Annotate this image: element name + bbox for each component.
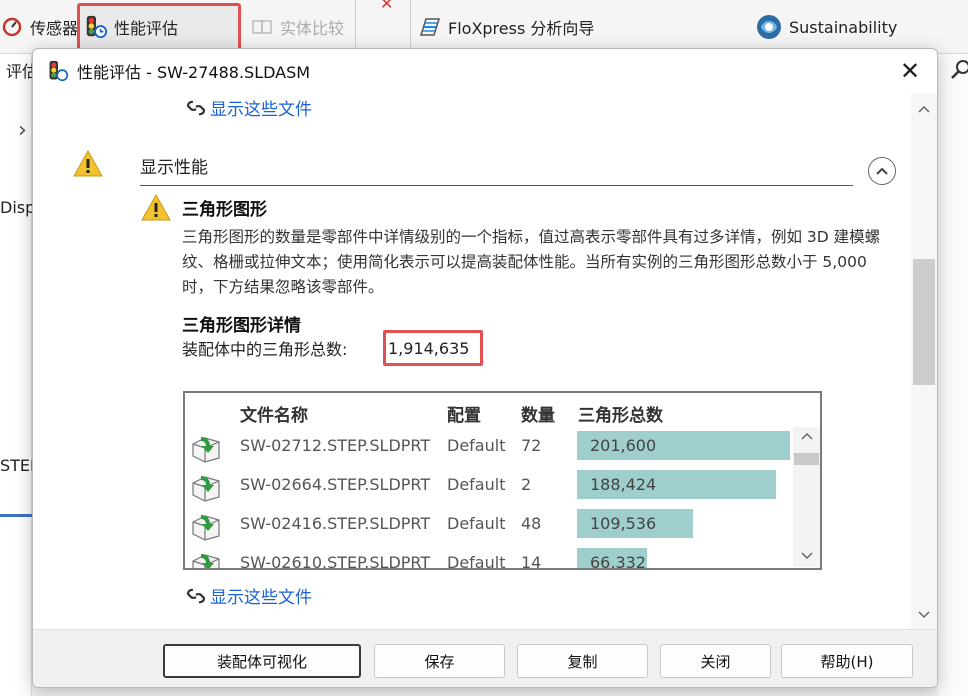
background-accent-line: [0, 514, 32, 517]
section-title: 显示性能: [140, 158, 208, 178]
total-triangles-value-text: 1,914,635: [388, 338, 470, 358]
cell-file-name: SW-02712.STEP.SLDPRT: [240, 436, 431, 455]
cell-file-name: SW-02416.STEP.SLDPRT: [240, 514, 431, 533]
toolbar-floxpress[interactable]: FloXpress 分析向导: [418, 10, 594, 44]
close-button[interactable]: 关闭: [660, 644, 771, 678]
show-files-link-bottom[interactable]: 显示这些文件: [184, 583, 312, 608]
section-divider: [140, 185, 853, 186]
total-triangles-label: 装配体中的三角形总数:: [182, 340, 348, 359]
dialog-titlebar: 性能评估 - SW-27488.SLDASM ✕: [33, 49, 937, 93]
toolbar: 传感器 性能评估 实体比较 ✕ FloXpress 分析向导 Sustainab…: [0, 0, 968, 55]
dialog-title: 性能评估 - SW-27488.SLDASM: [77, 63, 311, 82]
red-x-icon: ✕: [380, 0, 394, 13]
dialog-scroll-thumb[interactable]: [913, 259, 935, 385]
cell-total: 109,536: [590, 514, 657, 533]
chevron-up-icon[interactable]: [793, 429, 820, 444]
traffic-light-icon: [47, 60, 69, 82]
chevron-up-icon[interactable]: [911, 101, 937, 121]
compare-icon: [250, 15, 274, 39]
cell-quantity: 2: [521, 475, 532, 494]
collapse-button[interactable]: [868, 157, 896, 185]
warning-icon: [140, 193, 172, 227]
performance-evaluation-dialog: 性能评估 - SW-27488.SLDASM ✕ 显示这些文件 显示性能 三角形…: [32, 48, 938, 688]
cell-config: Default: [447, 553, 506, 570]
toolbar-floxpress-label: FloXpress 分析向导: [448, 19, 595, 38]
chevron-up-icon: [876, 167, 888, 175]
toolbar-divider: [355, 0, 356, 50]
close-icon[interactable]: ✕: [897, 57, 923, 85]
chevron-down-icon[interactable]: [793, 549, 820, 564]
table-scroll-thumb[interactable]: [794, 453, 819, 465]
header-file-name[interactable]: 文件名称: [240, 401, 308, 426]
show-files-link-top[interactable]: 显示这些文件: [184, 95, 312, 120]
table-scrollbar[interactable]: [793, 427, 820, 567]
floxpress-icon: [418, 15, 442, 39]
part-file-icon: [191, 434, 223, 464]
link-chain-icon: [184, 584, 208, 608]
table-row[interactable]: SW-02610.STEP.SLDPRT Default 14 66,332: [185, 547, 793, 570]
toolbar-sensor-label: 传感器: [30, 19, 79, 38]
part-file-icon: [191, 473, 223, 503]
visualize-assembly-button[interactable]: 装配体可视化: [163, 644, 361, 678]
sensor-icon: [0, 15, 24, 39]
dialog-content: 显示这些文件 显示性能 三角形图形 三角形图形的数量是零部件中详情级别的一个指标…: [33, 93, 913, 629]
search-icon[interactable]: [950, 58, 968, 84]
show-files-link-text: 显示这些文件: [210, 100, 312, 120]
description-text: 三角形图形的数量是零部件中详情级别的一个指标，值过高表示零部件具有过多详情，例如…: [182, 228, 881, 296]
background-left-panel: 评估 › Displa STEP<: [0, 54, 53, 696]
header-total-triangles[interactable]: 三角形总数: [578, 401, 663, 426]
toolbar-compare-label: 实体比较: [280, 19, 345, 38]
sustainability-icon: [755, 13, 783, 41]
toolbar-performance-evaluation[interactable]: 性能评估: [84, 10, 178, 44]
background-right-panel: [938, 54, 968, 696]
toolbar-divider: [410, 0, 411, 50]
help-button[interactable]: 帮助(H): [781, 644, 913, 678]
cell-quantity: 48: [521, 514, 542, 533]
table-row[interactable]: SW-02416.STEP.SLDPRT Default 48 109,536: [185, 508, 793, 544]
triangle-table: 文件名称 配置 数量 三角形总数 SW-02712.STEP.SLDPRT De…: [183, 391, 822, 570]
link-chain-icon: [184, 96, 208, 120]
cell-quantity: 72: [521, 436, 542, 455]
table-row[interactable]: SW-02712.STEP.SLDPRT Default 72 201,600: [185, 430, 793, 466]
copy-button[interactable]: 复制: [517, 644, 648, 678]
detail-title: 三角形图形详情: [182, 316, 301, 336]
toolbar-sustainability[interactable]: Sustainability: [755, 10, 897, 44]
cell-total: 66,332: [590, 553, 646, 570]
part-file-icon: [191, 512, 223, 542]
chevron-right-icon: ›: [18, 118, 27, 143]
toolbar-performance-label: 性能评估: [114, 19, 179, 38]
chevron-down-icon[interactable]: [911, 607, 937, 627]
toolbar-sensor[interactable]: 传感器: [0, 10, 78, 44]
part-file-icon: [191, 551, 223, 568]
dialog-scrollbar[interactable]: [911, 93, 937, 629]
total-triangles-value: 1,914,635: [383, 330, 483, 366]
toolbar-sustainability-label: Sustainability: [789, 17, 898, 37]
save-button[interactable]: 保存: [374, 644, 505, 678]
warning-icon: [72, 149, 104, 183]
cell-total: 188,424: [590, 475, 657, 494]
subsection-title: 三角形图形: [182, 200, 267, 220]
toolbar-compare[interactable]: 实体比较: [250, 10, 344, 44]
header-quantity[interactable]: 数量: [521, 401, 555, 426]
total-triangles-row: 装配体中的三角形总数:: [182, 336, 347, 360]
show-files-link-text: 显示这些文件: [210, 588, 312, 608]
cell-file-name: SW-02664.STEP.SLDPRT: [240, 475, 431, 494]
header-config[interactable]: 配置: [447, 401, 481, 426]
cell-config: Default: [447, 475, 506, 494]
cell-config: Default: [447, 436, 506, 455]
table-row[interactable]: SW-02664.STEP.SLDPRT Default 2 188,424: [185, 469, 793, 505]
cell-file-name: SW-02610.STEP.SLDPRT: [240, 553, 431, 570]
cell-config: Default: [447, 514, 506, 533]
cell-total: 201,600: [590, 436, 657, 455]
dialog-footer: 装配体可视化 保存 复制 关闭 帮助(H): [33, 629, 937, 687]
cell-quantity: 14: [521, 553, 542, 570]
traffic-light-icon: [84, 15, 108, 39]
